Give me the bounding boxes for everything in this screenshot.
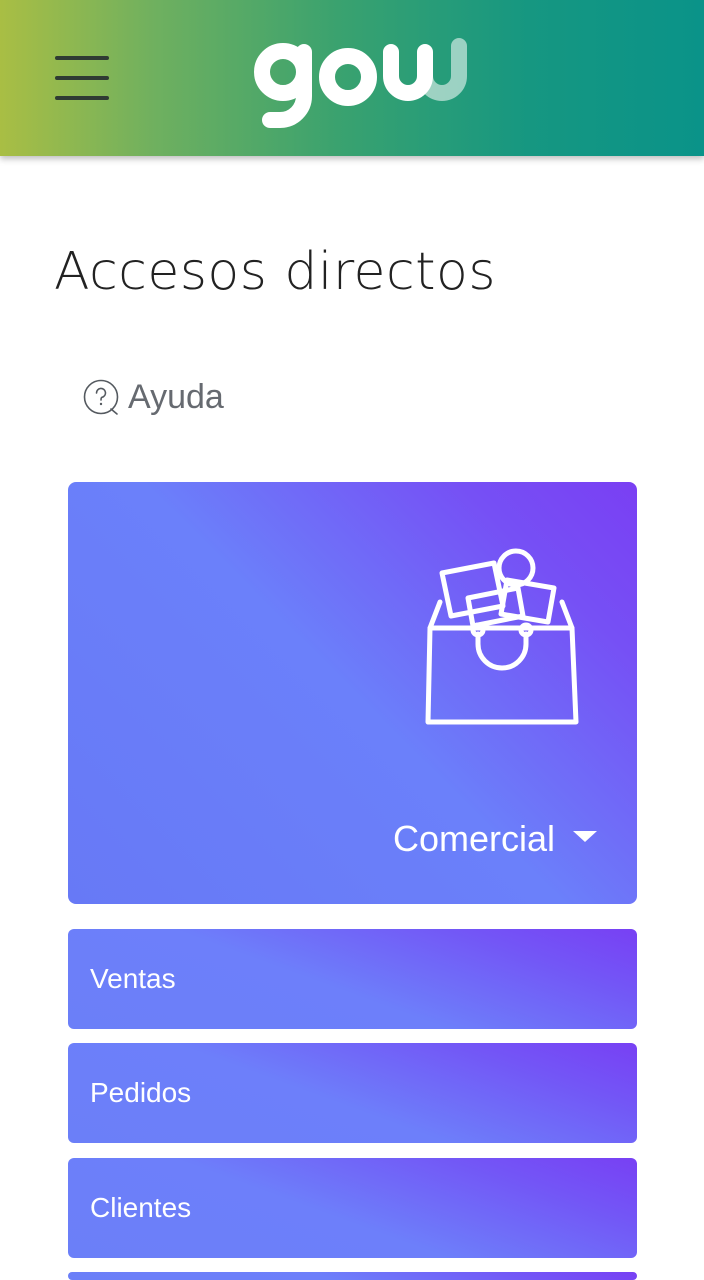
shortcut-item-ventas[interactable]: Ventas <box>68 929 637 1029</box>
section-card-comercial[interactable]: Comercial <box>68 482 637 904</box>
section-card-footer: Comercial <box>393 814 597 864</box>
page-title: Accesos directos <box>54 242 496 302</box>
help-link[interactable]: Ayuda <box>82 372 224 422</box>
shortcut-item-clientes[interactable]: Clientes <box>68 1158 637 1258</box>
menu-line <box>55 56 109 60</box>
menu-line <box>55 96 109 100</box>
menu-line <box>55 76 109 80</box>
shortcut-item-label: Clientes <box>90 1192 192 1223</box>
shopping-bag-icon <box>425 548 579 725</box>
shortcut-item-pedidos[interactable]: Pedidos <box>68 1043 637 1143</box>
hamburger-menu-icon[interactable] <box>52 52 112 104</box>
shortcut-item-label: Pedidos <box>90 1077 192 1108</box>
shortcut-item-label: Ventas <box>90 963 176 994</box>
question-circle-icon <box>83 379 119 415</box>
help-label: Ayuda <box>128 377 224 416</box>
shortcut-item-partial[interactable] <box>68 1272 637 1280</box>
section-card-label: Comercial <box>392 818 555 859</box>
app-header <box>0 0 704 156</box>
gow-logo <box>254 38 467 128</box>
caret-down-icon[interactable] <box>573 830 597 842</box>
